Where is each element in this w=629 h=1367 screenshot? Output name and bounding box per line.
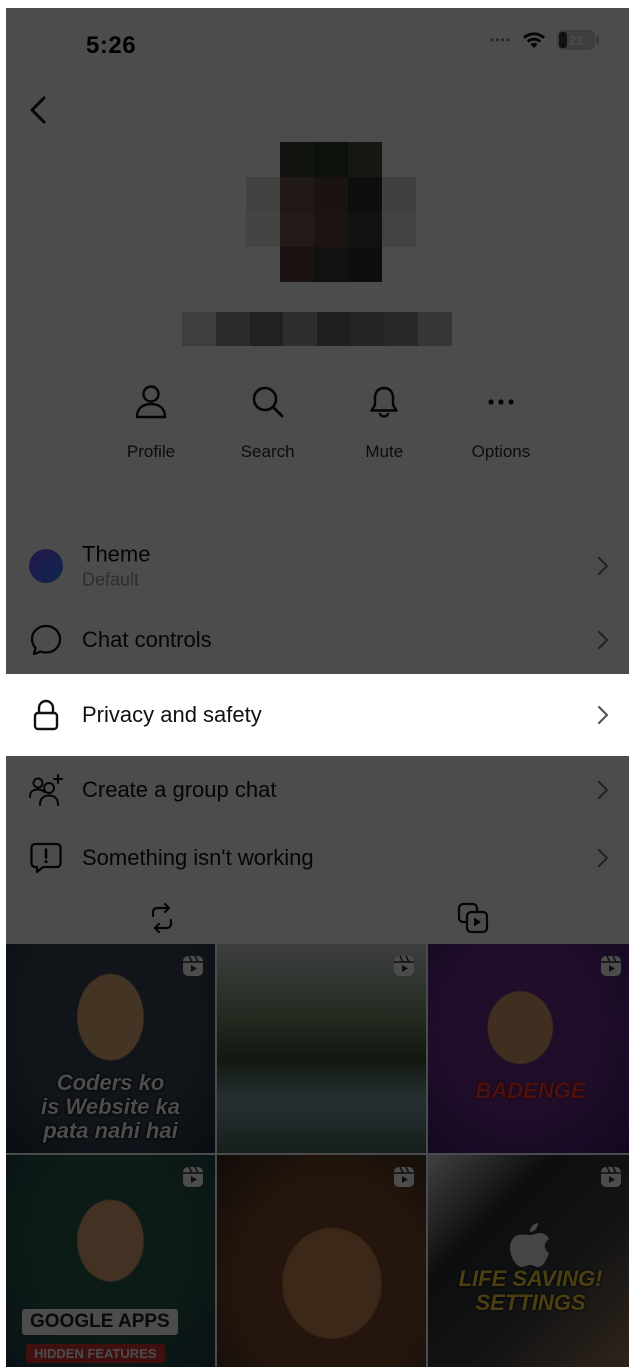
theme-row[interactable]: Theme Default — [6, 526, 629, 606]
mute-button[interactable]: Mute — [329, 382, 439, 472]
back-button[interactable] — [20, 92, 56, 128]
report-problem-row[interactable]: Something isn't working — [6, 824, 629, 892]
chevron-right-icon — [595, 554, 611, 578]
report-text: Something isn't working — [82, 845, 314, 871]
chevron-right-icon — [595, 846, 611, 870]
options-button[interactable]: Options — [446, 382, 556, 472]
username-blurred — [182, 312, 452, 346]
chevron-right-icon — [595, 628, 611, 652]
add-people-icon — [28, 772, 64, 808]
reel-icon — [183, 955, 203, 976]
reel-icon — [394, 955, 414, 976]
theme-subtitle: Default — [82, 569, 140, 590]
person-icon — [131, 382, 171, 422]
alert-bubble-icon — [28, 840, 64, 876]
chevron-right-icon — [595, 778, 611, 802]
wifi-icon — [523, 32, 545, 48]
reel-icon — [394, 1166, 414, 1187]
tab-shared-reels[interactable] — [318, 888, 629, 948]
privacy-and-safety-row[interactable]: Privacy and safety — [6, 674, 629, 756]
reel-icon — [601, 1166, 621, 1187]
theme-title: Theme — [82, 541, 151, 567]
theme-text: Theme Default — [82, 542, 150, 591]
search-label: Search — [240, 442, 295, 461]
media-tile[interactable] — [217, 944, 426, 1153]
chat-controls-title: Chat controls — [82, 627, 212, 652]
more-horizontal-icon — [481, 382, 521, 422]
media-tile[interactable]: BADENGE — [428, 944, 629, 1153]
chevron-right-icon — [595, 703, 611, 727]
tile-subcaption: HIDDEN FEATURES — [26, 1344, 165, 1363]
tile-caption: Coders ko is Website ka pata nahi hai — [41, 1070, 180, 1143]
media-tile[interactable] — [217, 1155, 426, 1367]
search-icon — [248, 382, 288, 422]
group-chat-title: Create a group chat — [82, 777, 277, 802]
chat-controls-row[interactable]: Chat controls — [6, 606, 629, 674]
mute-label: Mute — [365, 442, 404, 461]
battery-level — [559, 32, 567, 48]
create-group-chat-row[interactable]: Create a group chat — [6, 756, 629, 824]
report-title: Something isn't working — [82, 845, 314, 870]
privacy-text: Privacy and safety — [82, 702, 262, 728]
chat-bubble-icon — [28, 622, 64, 658]
status-time: 5:26 — [86, 32, 137, 59]
chat-details-screen: 5:26 •••• 23 Profile Search Mute Options… — [6, 8, 629, 1367]
media-tile[interactable]: GOOGLE APPS HIDDEN FEATURES — [6, 1155, 215, 1367]
theme-swatch-icon — [28, 548, 64, 584]
repost-icon — [151, 902, 172, 934]
reel-icon — [183, 1166, 203, 1187]
status-icons: •••• 23 — [490, 30, 599, 50]
tile-caption: LIFE SAVING! SETTINGS — [458, 1266, 603, 1315]
tile-caption: BADENGE — [475, 1078, 586, 1103]
bell-icon — [364, 382, 404, 422]
signal-icon: •••• — [490, 33, 511, 47]
media-tabs — [6, 888, 629, 948]
chat-controls-text: Chat controls — [82, 627, 212, 653]
profile-button[interactable]: Profile — [96, 382, 206, 472]
action-row: Profile Search Mute Options — [96, 382, 556, 472]
lock-icon — [28, 697, 64, 733]
tab-reposts[interactable] — [6, 888, 318, 948]
group-chat-text: Create a group chat — [82, 777, 276, 803]
options-label: Options — [471, 442, 531, 461]
avatar[interactable] — [246, 142, 416, 282]
search-button[interactable]: Search — [213, 382, 323, 472]
media-tile[interactable]: Coders ko is Website ka pata nahi hai — [6, 944, 215, 1153]
battery-icon: 23 — [557, 30, 599, 50]
shared-media-grid: Coders ko is Website ka pata nahi hai BA… — [6, 944, 629, 1367]
chevron-left-icon — [30, 96, 46, 124]
reels-icon — [458, 902, 489, 934]
settings-list: Theme Default Chat controls Privacy and … — [6, 526, 629, 892]
profile-label: Profile — [126, 442, 176, 461]
tile-caption: GOOGLE APPS — [22, 1309, 178, 1335]
battery-percent: 23 — [568, 32, 584, 48]
privacy-title: Privacy and safety — [82, 702, 262, 727]
reel-icon — [601, 955, 621, 976]
media-tile[interactable]: LIFE SAVING! SETTINGS — [428, 1155, 629, 1367]
apple-logo-icon — [510, 1223, 549, 1267]
